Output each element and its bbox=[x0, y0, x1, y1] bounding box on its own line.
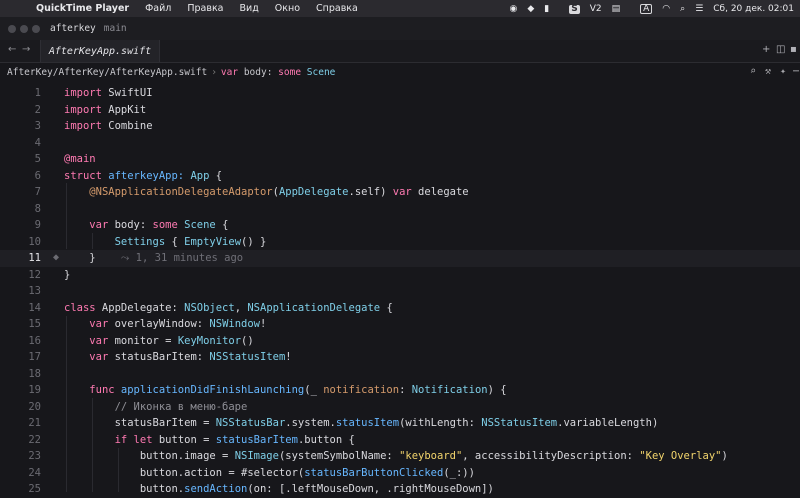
line-number: 13 bbox=[28, 285, 41, 297]
line-number: 25 bbox=[28, 483, 41, 495]
menu-help[interactable]: Справка bbox=[316, 3, 358, 14]
record-icon[interactable]: ◉ bbox=[509, 4, 517, 14]
code-line: 20 // Иконка в меню-баре bbox=[0, 399, 800, 416]
line-number: 7 bbox=[34, 186, 41, 198]
line-number: 24 bbox=[28, 466, 41, 479]
code-line: 25 button.sendAction(on: [.leftMouseDown… bbox=[0, 481, 800, 498]
code-line: 5 @main bbox=[0, 151, 800, 168]
minimize-window-button[interactable] bbox=[20, 24, 28, 33]
line-number: 1 bbox=[34, 87, 41, 99]
code-line: 8 bbox=[0, 201, 800, 218]
line-number: 9 bbox=[34, 219, 41, 231]
wifi-icon[interactable]: ◠ bbox=[662, 4, 670, 14]
breadcrumb-separator-icon: › bbox=[211, 67, 217, 78]
code-line: 16 var monitor = KeyMonitor() bbox=[0, 333, 800, 350]
project-name[interactable]: afterkey bbox=[50, 23, 96, 34]
line-number: 6 bbox=[34, 169, 41, 182]
input-source-icon[interactable]: A bbox=[630, 3, 653, 14]
line-number: 8 bbox=[34, 202, 41, 215]
line-number: 15 bbox=[28, 318, 41, 330]
line-number: 14 bbox=[28, 301, 41, 314]
menu-edit[interactable]: Правка bbox=[187, 3, 223, 14]
code-line: 22 if let button = statusBarItem.button … bbox=[0, 432, 800, 449]
code-line: 17 var statusBarItem: NSStatusItem! bbox=[0, 349, 800, 366]
code-line: 18 bbox=[0, 366, 800, 383]
code-line: 1 import SwiftUI bbox=[0, 85, 800, 102]
code-line: 7 @NSApplicationDelegateAdaptor(AppDeleg… bbox=[0, 184, 800, 201]
code-line: 23 button.image = NSImage(systemSymbolNa… bbox=[0, 448, 800, 465]
line-number: 5 bbox=[34, 153, 41, 165]
line-number: 23 bbox=[28, 450, 41, 462]
tag-icon[interactable]: ◆ bbox=[527, 4, 534, 14]
close-window-button[interactable] bbox=[8, 24, 16, 33]
add-tab-icon[interactable]: + bbox=[762, 44, 770, 55]
diff-marker-icon[interactable]: ◆ bbox=[53, 250, 59, 267]
window-titlebar: afterkey main bbox=[0, 17, 800, 40]
control-center-icon[interactable]: ☰ bbox=[695, 4, 703, 14]
menu-bar: QuickTime Player Файл Правка Вид Окно Сп… bbox=[0, 0, 800, 17]
menu-file[interactable]: Файл bbox=[145, 3, 171, 14]
line-number: 16 bbox=[28, 334, 41, 347]
breadcrumb-symbol-name[interactable]: body: bbox=[244, 67, 273, 78]
code-line: 14 class AppDelegate: NSObject, NSApplica… bbox=[0, 300, 800, 317]
tab-bar: ← → AfterKeyApp.swift + ◫ ▪ bbox=[0, 40, 800, 63]
line-number: 10 bbox=[28, 235, 41, 248]
branch-name[interactable]: main bbox=[104, 23, 127, 34]
scripts-icon[interactable]: S bbox=[559, 4, 580, 14]
line-number: 20 bbox=[28, 400, 41, 413]
code-line: 24 button.action = #selector(statusBarBu… bbox=[0, 465, 800, 482]
find-icon[interactable]: ⌕ bbox=[750, 66, 756, 77]
line-number: 17 bbox=[28, 351, 41, 363]
breadcrumb-path[interactable]: AfterKey/AfterKey/AfterKeyApp.swift bbox=[7, 67, 207, 78]
editor-options-icon[interactable]: ⚒ bbox=[765, 66, 771, 77]
overflow-icon[interactable]: ⋯ bbox=[793, 66, 799, 77]
tab-afterkeyapp[interactable]: AfterKeyApp.swift bbox=[40, 40, 160, 62]
line-number: 18 bbox=[28, 367, 41, 380]
breadcrumb-symbol-keyword[interactable]: var bbox=[221, 67, 238, 78]
code-line: 9 var body: some Scene { bbox=[0, 217, 800, 234]
line-number: 4 bbox=[34, 136, 41, 149]
line-number: 3 bbox=[34, 120, 41, 132]
code-line: 4 bbox=[0, 135, 800, 152]
line-number: 2 bbox=[34, 103, 41, 116]
breadcrumb: AfterKey/AfterKey/AfterKeyApp.swift › va… bbox=[0, 63, 800, 82]
code-line: 3 import Combine bbox=[0, 118, 800, 135]
line-number: 21 bbox=[28, 417, 41, 429]
code-line: 2 import AppKit bbox=[0, 102, 800, 119]
line-number: 12 bbox=[28, 268, 41, 281]
layers-icon[interactable]: ▤ bbox=[612, 4, 621, 14]
code-line: 15 var overlayWindow: NSWindow! bbox=[0, 316, 800, 333]
git-blame-annotation[interactable]: 1, 31 minutes ago bbox=[136, 252, 243, 264]
line-number: 11 bbox=[28, 252, 41, 264]
status-area: ◉ ◆ ▮ S V2 ▤ A ◠ ⌕ ☰ Сб, 20 дек. 02:01 bbox=[499, 0, 794, 17]
breadcrumb-symbol-some[interactable]: some bbox=[278, 67, 301, 78]
datetime[interactable]: Сб, 20 дек. 02:01 bbox=[713, 4, 794, 14]
code-line: 6 struct afterkeyApp: App { bbox=[0, 168, 800, 185]
menu-view[interactable]: Вид bbox=[240, 3, 259, 14]
code-editor[interactable]: 1 import SwiftUI 2 import AppKit 3 import C… bbox=[0, 85, 800, 495]
menu-window[interactable]: Окно bbox=[275, 3, 300, 14]
search-icon[interactable]: ⌕ bbox=[680, 4, 685, 14]
more-icon[interactable]: ▪ bbox=[790, 44, 797, 55]
code-line-active: 11 ◆ } ⤳ 1, 31 minutes ago bbox=[0, 250, 800, 267]
line-number: 22 bbox=[28, 433, 41, 446]
code-line: 21 statusBarItem = NSStatusBar.system.st… bbox=[0, 415, 800, 432]
code-line: 13 bbox=[0, 283, 800, 300]
breadcrumb-symbol-type[interactable]: Scene bbox=[307, 67, 336, 78]
back-arrow-icon[interactable]: ← bbox=[8, 44, 16, 55]
code-line: 19 func applicationDidFinishLaunching(_ … bbox=[0, 382, 800, 399]
code-line: 10 Settings { EmptyView() } bbox=[0, 234, 800, 251]
vpn-status[interactable]: V2 bbox=[590, 4, 602, 14]
forward-arrow-icon[interactable]: → bbox=[22, 44, 30, 55]
menu-app-name[interactable]: QuickTime Player bbox=[36, 3, 129, 14]
code-line: 12} bbox=[0, 267, 800, 284]
zoom-window-button[interactable] bbox=[32, 24, 40, 33]
git-blame-icon[interactable]: ⤳ bbox=[121, 252, 129, 264]
line-number: 19 bbox=[28, 384, 41, 396]
battery-icon[interactable]: ▮ bbox=[544, 4, 549, 14]
split-view-icon[interactable]: ◫ bbox=[776, 44, 785, 55]
magic-icon[interactable]: ✦ bbox=[780, 66, 786, 77]
